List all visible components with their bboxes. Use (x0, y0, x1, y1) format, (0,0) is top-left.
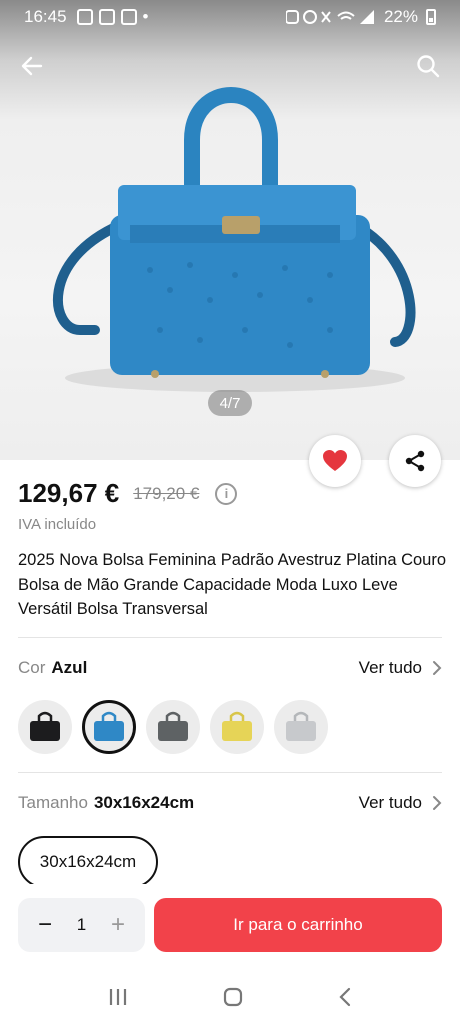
divider (18, 637, 442, 638)
color-swatches (18, 700, 328, 754)
battery-percent: 22% (383, 7, 418, 26)
product-title: 2025 Nova Bolsa Feminina Padrão Avestruz… (18, 551, 447, 618)
swatch-black[interactable] (18, 700, 72, 754)
swatch-blue[interactable] (82, 700, 136, 754)
size-selector-header: Tamanho 30x16x24cm Ver tudo (18, 793, 442, 813)
calendar-icon (120, 9, 137, 25)
divider (18, 772, 442, 773)
bag-thumbnail (286, 711, 316, 741)
go-to-cart-button[interactable]: Ir para o carrinho (154, 898, 442, 952)
system-nav-bar (0, 970, 460, 1024)
decrement-button[interactable]: − (38, 911, 52, 939)
dot-icon: • (142, 7, 149, 26)
size-chip[interactable]: 30x16x24cm (18, 836, 158, 888)
share-icon (405, 450, 425, 472)
status-bar: 16:45 • 22% (0, 0, 460, 34)
swatch-silver[interactable] (274, 700, 328, 754)
back-arrow-icon (21, 56, 43, 76)
bag-thumbnail (94, 711, 124, 741)
see-all-label: Ver tudo (358, 658, 422, 677)
info-icon[interactable]: i (215, 482, 238, 505)
status-time: 16:45 (24, 7, 67, 26)
color-selector-header: Cor Azul Ver tudo (18, 658, 442, 678)
color-see-all[interactable]: Ver tudo (359, 658, 442, 678)
recents-icon[interactable] (108, 988, 128, 1006)
quantity-stepper: − 1 + (18, 898, 145, 952)
size-see-all[interactable]: Ver tudo (359, 793, 442, 813)
share-button[interactable] (389, 435, 441, 487)
bag-thumbnail (158, 711, 188, 741)
swatch-yellow[interactable] (210, 700, 264, 754)
quantity-value: 1 (76, 915, 87, 934)
bag-thumbnail (30, 711, 60, 741)
chevron-right-icon (433, 796, 442, 810)
size-label: Tamanho (18, 793, 88, 812)
price-row: 129,67 € 179,20 € i (18, 478, 238, 509)
image-counter: 4/7 (208, 390, 252, 416)
notification-icons: • (76, 7, 149, 27)
product-gallery[interactable]: 16:45 • 22% 4/7 (0, 0, 460, 460)
chevron-right-icon (433, 661, 442, 675)
back-button[interactable] (16, 50, 48, 82)
increment-button[interactable]: + (111, 911, 125, 939)
home-icon[interactable] (223, 987, 243, 1007)
search-button[interactable] (412, 50, 444, 82)
back-nav-icon[interactable] (338, 987, 352, 1007)
search-icon (417, 55, 440, 78)
favorite-button[interactable] (309, 435, 361, 487)
color-value: Azul (51, 658, 88, 677)
heart-icon (323, 450, 347, 471)
music-icon (76, 9, 93, 25)
vat-note: IVA incluído (18, 516, 97, 533)
size-value: 30x16x24cm (93, 793, 195, 812)
swatch-grey[interactable] (146, 700, 200, 754)
signal-wifi-icon (285, 10, 374, 24)
see-all-label: Ver tudo (358, 793, 422, 812)
current-price: 129,67 € (18, 478, 120, 508)
gallery-icon (98, 9, 115, 25)
original-price: 179,20 € (133, 483, 200, 503)
color-label: Cor (18, 658, 46, 677)
bag-thumbnail (222, 711, 252, 741)
battery-icon (426, 9, 436, 25)
